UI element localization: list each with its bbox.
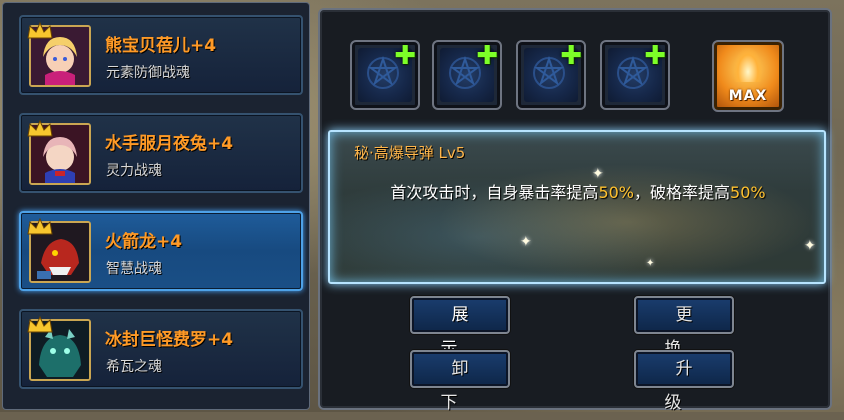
crown-icon	[27, 21, 53, 43]
empty-slot-1[interactable]: ✚	[350, 40, 420, 110]
skill-break-value: 50%	[730, 183, 766, 202]
unequip-button[interactable]: 卸下	[410, 350, 510, 413]
replace-button[interactable]: 更换	[634, 296, 734, 359]
spirit-type: 灵力战魂	[106, 163, 162, 179]
add-plus-icon: ✚	[476, 41, 498, 71]
spirit-name: 冰封巨怪费罗+4	[105, 330, 234, 350]
spirit-type: 元素防御战魂	[106, 65, 190, 81]
empty-slot-2[interactable]: ✚	[432, 40, 502, 110]
spirit-card-4[interactable]: 冰封巨怪费罗+4 希瓦之魂	[19, 309, 303, 389]
spirit-card-2[interactable]: 水手服月夜兔+4 灵力战魂	[19, 113, 303, 193]
skill-desc-text: ，破格率提高	[634, 183, 731, 202]
skill-info-box: 秘·高爆导弹 Lv5 首次攻击时，自身暴击率提高50%，破格率提高50% ✦ ✦…	[328, 130, 826, 284]
add-plus-icon: ✚	[644, 41, 666, 71]
add-plus-icon: ✚	[394, 41, 416, 71]
max-label: MAX	[728, 88, 768, 104]
spirit-type: 智慧战魂	[106, 261, 162, 277]
crown-icon	[27, 217, 53, 239]
spirit-name: 火箭龙+4	[105, 232, 183, 252]
skill-crit-value: 50%	[598, 183, 634, 202]
max-level-icon[interactable]: MAX	[712, 40, 784, 112]
spirit-detail-panel: ✚ ✚ ✚ ✚ MAX 秘·高爆导弹 Lv5 首次攻击时，自身暴击率提高50%，…	[318, 8, 832, 413]
spirit-card-1[interactable]: 熊宝贝蓓儿+4 元素防御战魂	[19, 15, 303, 95]
empty-slot-4[interactable]: ✚	[600, 40, 670, 110]
show-button[interactable]: 展示	[410, 296, 510, 359]
sparkle-icon: ✦	[592, 166, 604, 182]
crown-icon	[27, 315, 53, 337]
flame-icon	[734, 48, 762, 82]
sparkle-icon: ✦	[646, 258, 655, 269]
skill-desc-text: 首次攻击时，自身暴击率提高	[390, 183, 599, 202]
empty-slot-3[interactable]: ✚	[516, 40, 586, 110]
crown-icon	[27, 119, 53, 141]
skill-title: 秘·高爆导弹 Lv5	[354, 144, 466, 162]
spirit-name: 水手服月夜兔+4	[105, 134, 234, 154]
sparkle-icon: ✦	[520, 234, 532, 250]
upgrade-button[interactable]: 升级	[634, 350, 734, 413]
spirit-name: 熊宝贝蓓儿+4	[105, 36, 217, 56]
sparkle-icon: ✦	[804, 238, 816, 254]
spirit-type: 希瓦之魂	[106, 359, 162, 375]
spirit-list-panel: 熊宝贝蓓儿+4 元素防御战魂 水手服月夜兔+4 灵力战魂 火箭龙+4 智慧战魂 …	[2, 2, 310, 410]
add-plus-icon: ✚	[560, 41, 582, 71]
spirit-card-3[interactable]: 火箭龙+4 智慧战魂	[19, 211, 303, 291]
skill-description: 首次攻击时，自身暴击率提高50%，破格率提高50%	[358, 180, 798, 206]
